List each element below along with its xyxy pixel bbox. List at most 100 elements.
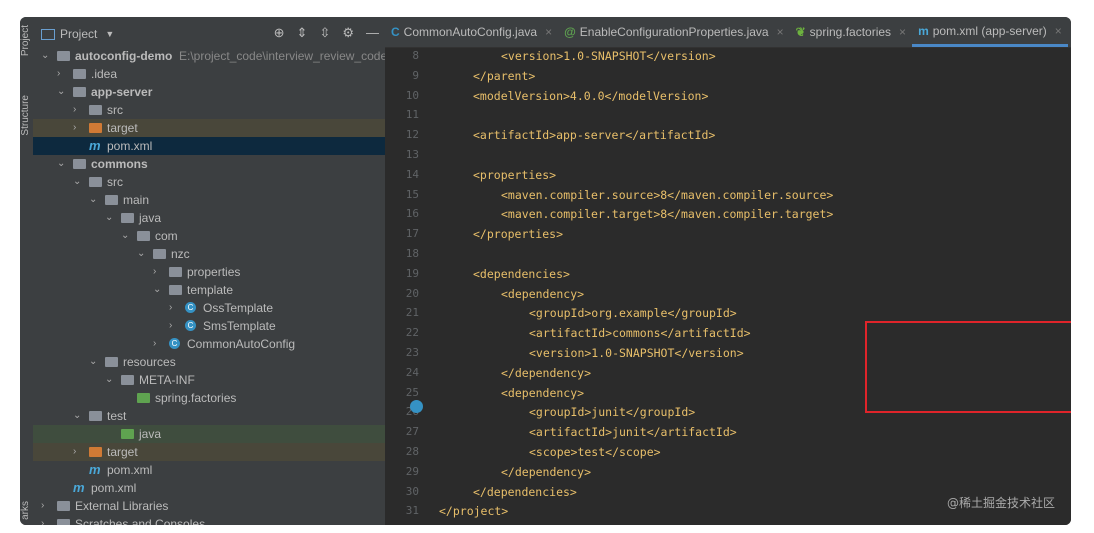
code-line[interactable]: </dependency> <box>501 465 591 479</box>
chevron-right-icon[interactable]: › <box>73 119 83 137</box>
code-line[interactable]: </project> <box>439 504 508 518</box>
tree-item-label: commons <box>91 157 148 171</box>
tree-item[interactable]: › C SmsTemplate <box>33 317 385 335</box>
code-line[interactable]: </dependencies> <box>473 485 577 499</box>
project-view-selector[interactable]: Project <box>60 27 97 41</box>
tree-item[interactable]: ⌄ META-INF <box>33 371 385 389</box>
tree-item[interactable]: › C CommonAutoConfig <box>33 335 385 353</box>
code-editor[interactable]: 8 <version>1.0-SNAPSHOT</version> 9 </paren… <box>385 48 1071 525</box>
chevron-down-icon[interactable]: ⌄ <box>153 281 163 299</box>
line-number: 8 <box>412 49 419 62</box>
locate-icon[interactable]: ⊕ <box>274 25 285 41</box>
tree-item[interactable]: ⌄ autoconfig-demo E:\project_code\intervie… <box>33 47 404 65</box>
hide-icon[interactable]: — <box>366 25 379 41</box>
close-icon[interactable]: × <box>545 25 552 39</box>
chevron-down-icon[interactable]: ⌄ <box>41 47 51 65</box>
code-line[interactable]: </dependency> <box>501 366 591 380</box>
tree-item[interactable]: ⌄ nzc <box>33 245 385 263</box>
code-line[interactable]: <dependencies> <box>473 267 570 281</box>
chevron-right-icon[interactable]: › <box>153 335 163 353</box>
line-number: 15 <box>405 187 419 201</box>
override-gutter-icon[interactable] <box>410 400 423 413</box>
chevron-down-icon[interactable]: ⌄ <box>57 155 67 173</box>
editor-tab[interactable]: m pom.xml (app-server) × <box>912 17 1068 47</box>
tree-item[interactable]: › .idea <box>33 65 385 83</box>
tree-item[interactable]: ⌄ main <box>33 191 385 209</box>
tree-item[interactable]: › External Libraries <box>33 497 385 515</box>
tree-item[interactable]: ⌄ java <box>33 209 385 227</box>
chevron-down-icon[interactable]: ⌄ <box>121 227 131 245</box>
line-number: 23 <box>405 346 419 359</box>
tree-item[interactable]: › target <box>33 443 385 461</box>
chevron-down-icon[interactable]: ⌄ <box>89 191 99 209</box>
editor-tab[interactable]: @ EnableConfigurationProperties.java × <box>558 17 790 47</box>
code-line[interactable]: <dependency> <box>501 287 584 301</box>
folder-icon <box>121 213 134 223</box>
tree-item[interactable]: m pom.xml <box>33 479 385 497</box>
chevron-down-icon[interactable]: ⌄ <box>105 209 115 227</box>
tree-item[interactable]: › src <box>33 101 385 119</box>
editor-tab[interactable]: C CommonAutoConfig.java × <box>385 17 558 47</box>
chevron-down-icon[interactable]: ⌄ <box>89 353 99 371</box>
chevron-right-icon[interactable]: › <box>41 515 51 525</box>
tree-item[interactable]: › Scratches and Consoles <box>33 515 385 525</box>
folder-icon <box>89 105 102 115</box>
tree-item[interactable]: ⌄ app-server <box>33 83 385 101</box>
chevron-right-icon[interactable]: › <box>73 101 83 119</box>
close-icon[interactable]: × <box>1055 24 1062 38</box>
tree-item[interactable]: java <box>33 425 385 443</box>
code-line[interactable]: <modelVersion>4.0.0</modelVersion> <box>473 89 708 103</box>
editor-tab[interactable]: ❦ spring.factories × <box>790 17 912 47</box>
tree-item-label: test <box>107 409 127 423</box>
code-line[interactable]: <artifactId>app-server</artifactId> <box>473 128 715 142</box>
code-line[interactable]: <version>1.0-SNAPSHOT</version> <box>529 346 744 360</box>
tree-item[interactable]: ⌄ resources <box>33 353 385 371</box>
project-tool-tab[interactable]: Project <box>20 25 33 56</box>
chevron-down-icon[interactable]: ▼ <box>105 29 114 39</box>
library-icon <box>57 519 70 525</box>
chevron-right-icon[interactable]: › <box>169 317 179 335</box>
chevron-down-icon[interactable]: ⌄ <box>137 245 147 263</box>
code-line[interactable]: <groupId>org.example</groupId> <box>529 306 737 320</box>
close-icon[interactable]: × <box>777 25 784 39</box>
tree-item[interactable]: m pom.xml <box>33 137 385 155</box>
collapse-all-icon[interactable]: ⇳ <box>319 25 330 41</box>
tree-item[interactable]: › properties <box>33 263 385 281</box>
code-line[interactable]: <scope>test</scope> <box>529 445 661 459</box>
code-line[interactable]: <maven.compiler.source>8</maven.compiler… <box>501 188 833 202</box>
chevron-right-icon[interactable]: › <box>41 497 51 515</box>
bookmarks-tool-tab[interactable]: arks <box>20 501 33 520</box>
line-number: 30 <box>405 484 419 498</box>
close-icon[interactable]: × <box>899 25 906 39</box>
chevron-right-icon[interactable]: › <box>153 263 163 281</box>
tree-item[interactable]: ⌄ commons <box>33 155 385 173</box>
chevron-down-icon[interactable]: ⌄ <box>57 83 67 101</box>
chevron-down-icon[interactable]: ⌄ <box>73 173 83 191</box>
gear-icon[interactable]: ⚙ <box>342 25 354 41</box>
chevron-down-icon[interactable]: ⌄ <box>73 407 83 425</box>
structure-tool-tab[interactable]: Structure <box>20 95 33 136</box>
code-line[interactable]: <artifactId>junit</artifactId> <box>529 425 737 439</box>
tree-item[interactable]: ⌄ template <box>33 281 385 299</box>
code-line[interactable]: <dependency> <box>501 386 584 400</box>
chevron-right-icon[interactable]: › <box>169 299 179 317</box>
code-line[interactable]: <groupId>junit</groupId> <box>529 405 695 419</box>
code-line[interactable]: <version>1.0-SNAPSHOT</version> <box>501 49 716 63</box>
tree-item[interactable]: spring.factories <box>33 389 385 407</box>
tree-item[interactable]: ⌄ com <box>33 227 385 245</box>
tree-item[interactable]: ⌄ src <box>33 173 385 191</box>
tree-item[interactable]: m pom.xml <box>33 461 385 479</box>
expand-all-icon[interactable]: ⇕ <box>297 25 308 41</box>
code-line[interactable]: </parent> <box>473 69 535 83</box>
code-line[interactable]: <properties> <box>473 168 556 182</box>
tree-item[interactable]: › target <box>33 119 385 137</box>
code-line[interactable]: <artifactId>commons</artifactId> <box>529 326 751 340</box>
tree-item[interactable]: › C OssTemplate <box>33 299 385 317</box>
tree-item[interactable]: ⌄ test <box>33 407 385 425</box>
chevron-right-icon[interactable]: › <box>73 443 83 461</box>
code-line[interactable]: <maven.compiler.target>8</maven.compiler… <box>501 207 833 221</box>
chevron-right-icon[interactable]: › <box>57 65 67 83</box>
code-line[interactable]: </properties> <box>473 227 563 241</box>
line-number: 11 <box>405 108 419 122</box>
chevron-down-icon[interactable]: ⌄ <box>105 371 115 389</box>
